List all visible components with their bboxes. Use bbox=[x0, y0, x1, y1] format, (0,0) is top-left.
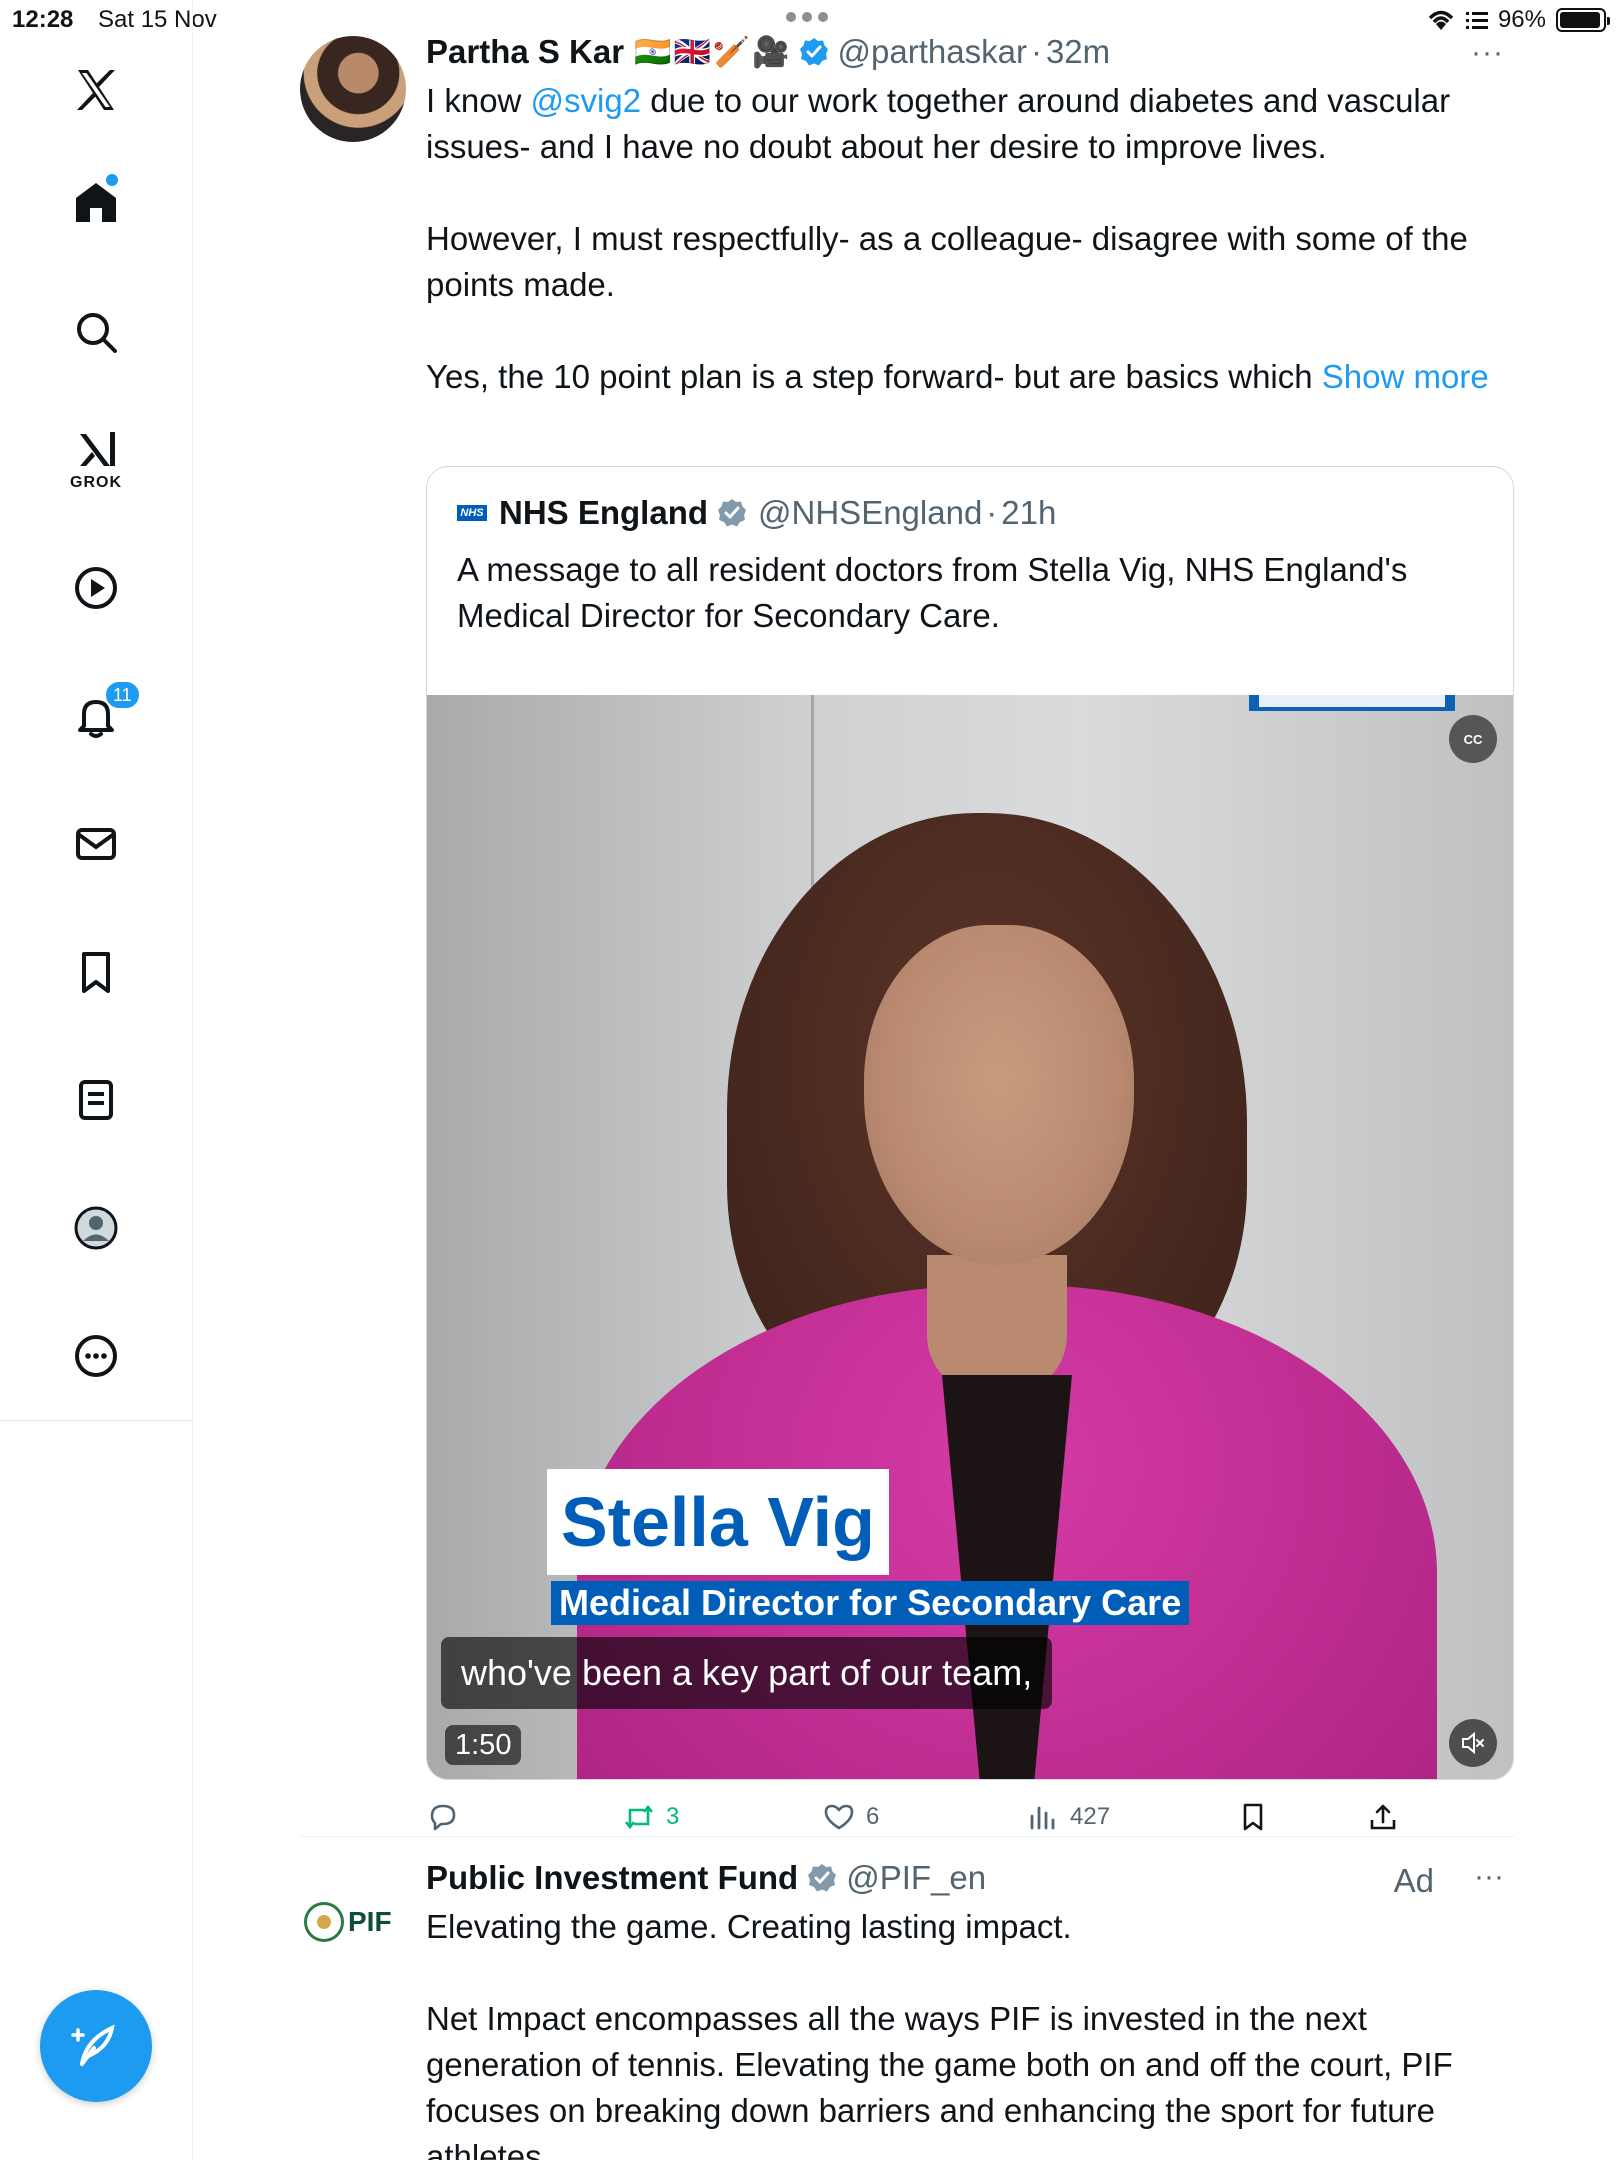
compose-post-button[interactable] bbox=[40, 1990, 152, 2102]
pif-logo-text: PIF bbox=[348, 1906, 392, 1937]
tweet-body: Partha S Kar 🇮🇳🇬🇧🏏🎥 @parthaskar · 32m ··… bbox=[426, 30, 1516, 400]
ad-label: Ad bbox=[1393, 1862, 1434, 1899]
video-lower-third-name: Stella Vig bbox=[547, 1469, 889, 1575]
sidebar: GROK 11 bbox=[0, 0, 193, 2160]
mention-link[interactable]: @svig2 bbox=[531, 82, 642, 119]
battery-fill bbox=[1560, 12, 1601, 28]
video-player[interactable]: Stella Vig Medical Director for Secondar… bbox=[427, 695, 1513, 1779]
list-indicator-icon bbox=[1465, 12, 1488, 29]
video-nhs-banner bbox=[1249, 695, 1455, 711]
tweet-header: Partha S Kar 🇮🇳🇬🇧🏏🎥 @parthaskar · 32m bbox=[426, 30, 1516, 74]
more-icon[interactable] bbox=[56, 1316, 136, 1396]
reply-button[interactable] bbox=[426, 1800, 470, 1834]
video-lower-third-role: Medical Director for Secondary Care bbox=[551, 1581, 1190, 1625]
home-unread-dot bbox=[106, 174, 118, 186]
header-dot: · bbox=[1030, 33, 1042, 70]
ad-text-p1: Elevating the game. Creating lasting imp… bbox=[426, 1908, 1072, 1945]
like-button[interactable]: 6 bbox=[822, 1800, 879, 1834]
share-icon bbox=[1370, 1804, 1396, 1830]
mute-button[interactable] bbox=[1449, 1719, 1497, 1767]
heart-icon bbox=[824, 1804, 854, 1830]
ad-handle[interactable]: @PIF_en bbox=[846, 1859, 986, 1897]
quote-header: NHS NHS England @NHSEngland · 21h bbox=[457, 491, 1056, 535]
lists-icon[interactable] bbox=[56, 1060, 136, 1140]
tweet-actions: 3 6 427 bbox=[426, 1800, 1426, 1840]
ad-more-button[interactable]: ··· bbox=[1474, 1860, 1504, 1894]
home-icon[interactable] bbox=[56, 162, 136, 242]
quote-text: A message to all resident doctors from S… bbox=[457, 551, 1408, 634]
author-avatar[interactable] bbox=[300, 36, 406, 142]
quote-dot: · bbox=[986, 494, 998, 531]
x-logo-icon[interactable] bbox=[56, 50, 136, 130]
reply-icon bbox=[430, 1804, 456, 1831]
quoted-tweet[interactable]: NHS NHS England @NHSEngland · 21h A mess… bbox=[426, 466, 1514, 1780]
multitasking-handle[interactable] bbox=[786, 12, 828, 22]
pif-emblem-icon bbox=[304, 1902, 344, 1942]
closed-captions-button[interactable]: CC bbox=[1449, 715, 1497, 763]
video-person-neck bbox=[927, 1255, 1067, 1395]
compose-feather-icon bbox=[71, 2024, 115, 2066]
video-icon[interactable] bbox=[56, 548, 136, 628]
muted-speaker-icon bbox=[1462, 1731, 1484, 1755]
profile-icon[interactable] bbox=[56, 1188, 136, 1268]
tweet-text-p1a: I know bbox=[426, 82, 531, 119]
ad-text-p2: Net Impact encompasses all the ways PIF … bbox=[426, 2000, 1453, 2160]
ad-header: Public Investment Fund @PIF_en bbox=[426, 1856, 1516, 1900]
repost-icon bbox=[624, 1804, 654, 1830]
wifi-icon bbox=[1428, 10, 1454, 30]
author-handle[interactable]: @parthaskar bbox=[838, 33, 1027, 71]
video-person-face bbox=[864, 925, 1134, 1265]
video-caption: who've been a key part of our team, bbox=[441, 1637, 1053, 1709]
quote-handle[interactable]: @NHSEngland bbox=[758, 494, 982, 532]
gray-verified-badge-icon bbox=[718, 499, 747, 527]
ad-author-name[interactable]: Public Investment Fund bbox=[426, 1859, 798, 1897]
tweet-time[interactable]: 32m bbox=[1046, 33, 1110, 71]
view-count: 427 bbox=[1070, 1803, 1111, 1830]
repost-button[interactable]: 3 bbox=[622, 1800, 679, 1834]
grok-label: GROK bbox=[70, 474, 122, 491]
ad-body: Public Investment Fund @PIF_en Ad ··· El… bbox=[426, 1856, 1516, 2160]
bookmark-icon bbox=[1243, 1803, 1263, 1831]
pif-avatar[interactable]: PIF bbox=[304, 1892, 404, 1952]
notifications-badge: 11 bbox=[104, 680, 141, 710]
quote-author-name[interactable]: NHS England bbox=[499, 494, 708, 532]
video-duration: 1:50 bbox=[445, 1725, 522, 1765]
messages-icon[interactable] bbox=[56, 804, 136, 884]
verified-badge-icon bbox=[799, 38, 828, 66]
bookmark-button[interactable] bbox=[1236, 1800, 1270, 1834]
show-more-link[interactable]: Show more bbox=[1322, 358, 1489, 395]
tweet-text-p3: Yes, the 10 point plan is a step forward… bbox=[426, 358, 1322, 395]
like-count: 6 bbox=[866, 1803, 880, 1830]
share-button[interactable] bbox=[1366, 1800, 1400, 1834]
ad-text: Elevating the game. Creating lasting imp… bbox=[426, 1904, 1506, 2160]
tweet-text: I know @svig2 due to our work together a… bbox=[426, 78, 1506, 400]
author-name[interactable]: Partha S Kar bbox=[426, 33, 624, 71]
quote-time[interactable]: 21h bbox=[1001, 494, 1056, 532]
views-chart-icon bbox=[1030, 1806, 1055, 1830]
tweet-text-p2: However, I must respectfully- as a colle… bbox=[426, 220, 1468, 303]
battery-icon bbox=[1556, 8, 1610, 32]
views-button[interactable]: 427 bbox=[1026, 1800, 1110, 1834]
author-emojis: 🇮🇳🇬🇧🏏🎥 bbox=[634, 35, 792, 69]
sidebar-divider bbox=[0, 1420, 193, 1421]
grok-icon[interactable]: GROK bbox=[56, 418, 136, 498]
repost-count: 3 bbox=[666, 1803, 680, 1830]
tweet-more-button[interactable]: ··· bbox=[1471, 36, 1504, 70]
gray-verified-badge-icon bbox=[808, 1864, 837, 1892]
search-icon[interactable] bbox=[56, 292, 136, 372]
notifications-icon[interactable]: 11 bbox=[56, 676, 141, 756]
bookmarks-icon[interactable] bbox=[56, 932, 136, 1012]
tweet-divider bbox=[300, 1836, 1515, 1837]
nhs-logo: NHS bbox=[457, 505, 487, 521]
